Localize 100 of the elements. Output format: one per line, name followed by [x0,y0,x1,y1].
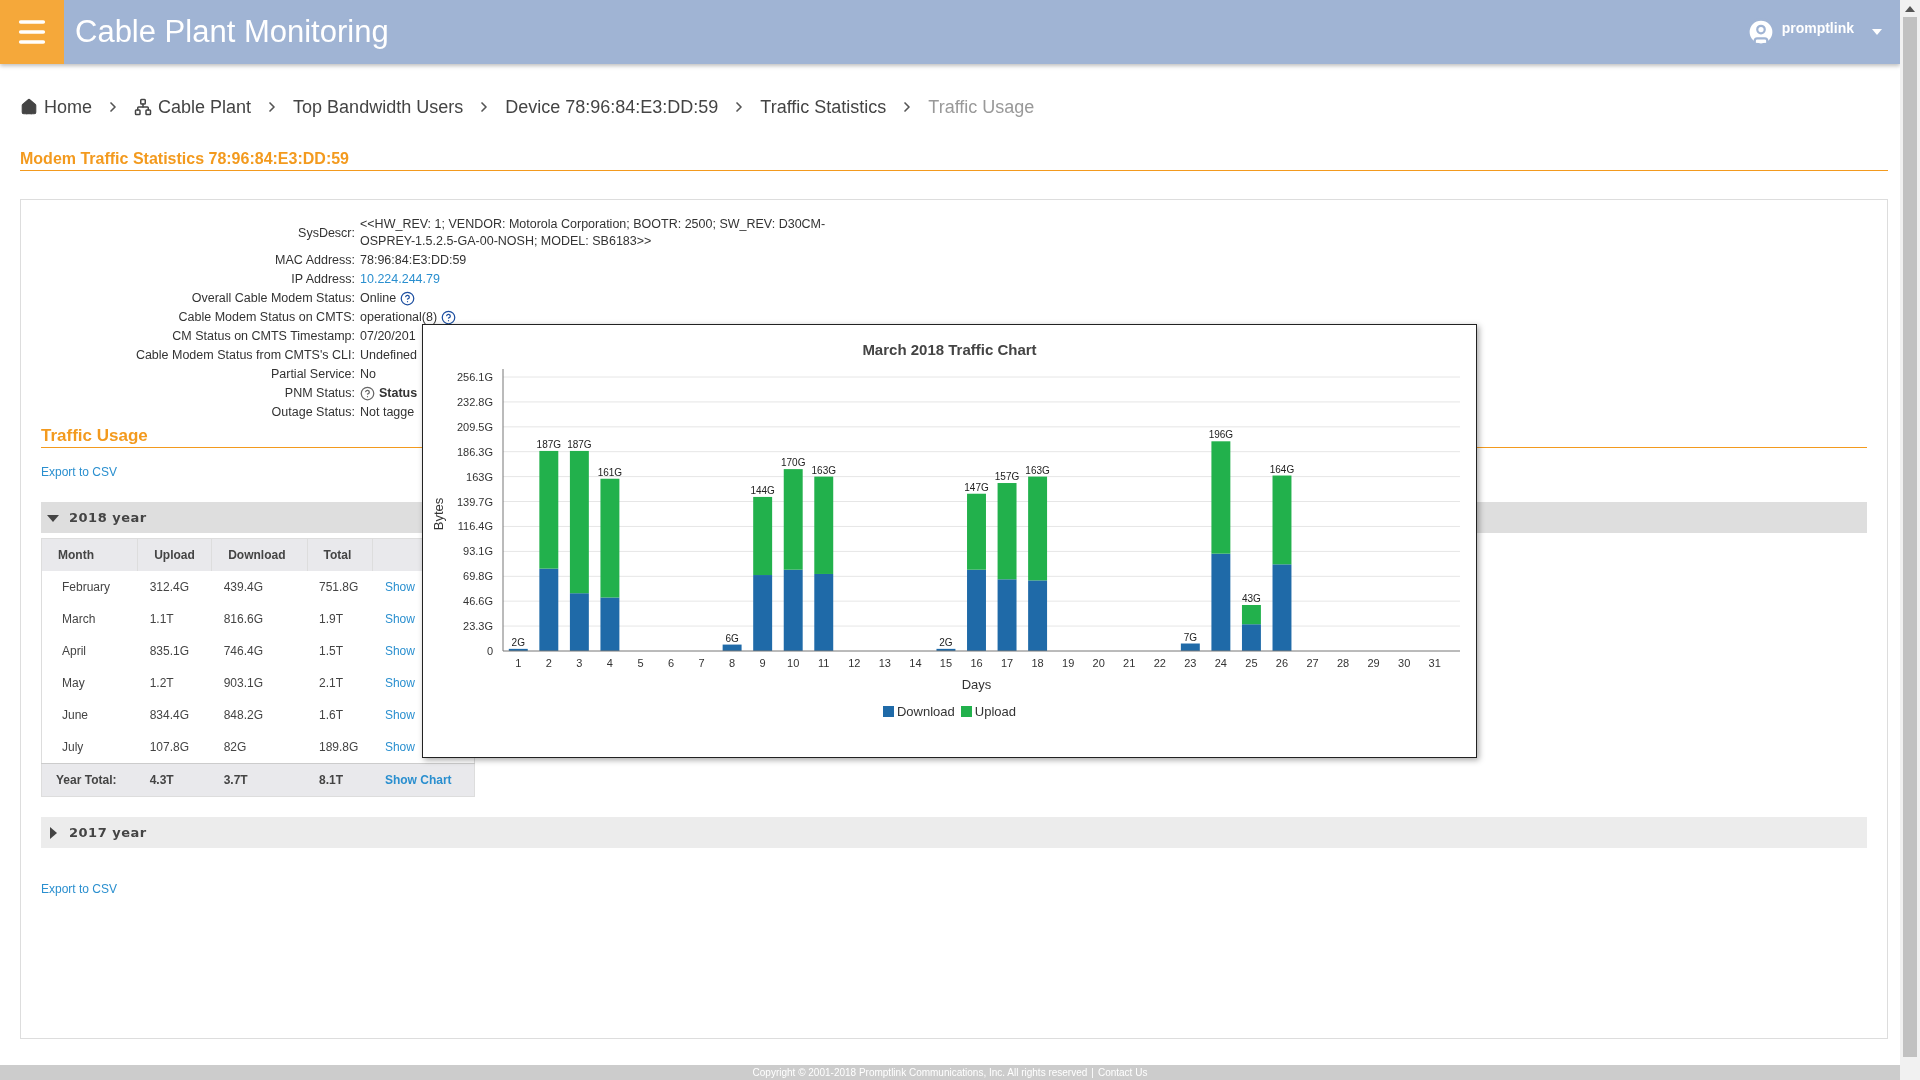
export-link[interactable]: Export to CSV [41,465,118,479]
y-tick-label: 186.3G [456,445,493,458]
home-icon [20,98,38,116]
y-tick-label: 46.6G [462,595,493,608]
x-tick-label: 31 [1428,657,1441,669]
separator-text: | [1091,1066,1094,1080]
breadcrumb-link[interactable]: Device 78:96:84:E3:DD:59 [505,96,719,118]
legend-label: Upload [974,704,1016,719]
bar [1180,643,1200,651]
ip-link[interactable]: 10.224.244.79 [360,271,440,288]
column-header: Total [307,538,373,571]
x-tick-label: 29 [1367,657,1380,669]
table-cell-text: 816.6G [222,611,265,628]
breadcrumb-link[interactable]: Cable Plant [134,96,252,118]
y-tick-label: 0 [486,645,493,657]
scrollbar[interactable] [1900,0,1920,1080]
info-label: Partial Service: [269,366,355,383]
app-title: Cable Plant Monitoring [75,14,390,50]
data-label: 157G [994,471,1019,483]
breadcrumb-link[interactable]: Traffic Usage [928,96,1035,118]
x-tick-label: 17 [1000,657,1013,669]
y-tick-label: 93.1G [462,545,493,558]
table-cell-text: 2.1T [318,675,344,692]
table-cell: 82G [211,731,307,764]
show-chart-link[interactable]: Show [384,612,415,626]
data-label: 163G [811,464,836,476]
x-tick-label: 1 [514,657,521,669]
bar [936,648,955,651]
y-tick-label: 232.8G [456,395,493,408]
x-tick-label: 5 [636,657,644,669]
info-value: <<HW_REV: 1; VENDOR: Motorola Corporation; BOOTR: 2500; SW_REV: D30CM-OSPREY-1.5.2.5-GA-00-NOSH; MODEL: SB6183>> [360,216,827,250]
x-tick-label: 18 [1030,657,1044,669]
show-chart-link[interactable]: Show [384,708,415,722]
x-tick-label: 26 [1275,657,1288,669]
axis-title: Days [961,677,991,692]
year-toggle[interactable]: 2017 year [41,817,1867,848]
table-cell: July [41,731,138,764]
info-value: No [360,366,376,383]
x-tick-label: 9 [759,657,766,669]
show-chart-link[interactable]: Show [384,740,415,754]
x-tick-label: 16 [969,657,983,669]
y-tick-label: 163G [465,470,493,483]
info-label: Overall Cable Modem Status: [190,290,355,307]
table-cell: June [41,699,138,731]
table-cell: 8.1T [307,763,373,797]
table-cell-text: 903.1G [222,675,265,692]
x-tick-label: 24 [1214,657,1227,669]
data-label: 147G [963,481,989,493]
export-link[interactable]: Export to CSV [41,882,118,896]
x-tick-label: 11 [817,657,829,669]
axis-title: Bytes [430,497,446,531]
x-tick-label: 7 [698,657,705,669]
table-cell-text: 848.2G [222,707,265,724]
x-tick-label: 13 [878,657,891,669]
x-tick-label: 10 [786,657,799,669]
x-tick-label: 4 [606,657,613,669]
breadcrumb-link[interactable]: Home [20,96,92,118]
info-value: Not tagge [360,404,415,421]
info-label: IP Address: [290,271,355,288]
help-icon[interactable] [400,291,416,306]
data-label: 2G [511,636,525,648]
info-label: SysDescr: [297,224,355,242]
table-cell: 107.8G [137,731,212,764]
breadcrumb-link[interactable]: Traffic Statistics [760,96,887,118]
column-header: Download [211,538,307,571]
x-tick-label: 27 [1305,657,1319,669]
info-value: Undefined [360,347,417,364]
show-chart-link[interactable]: Show [384,676,415,690]
user-menu[interactable]: promptlink [1745,17,1882,47]
y-tick-label: 116.4G [457,520,493,533]
show-chart-link[interactable]: Show [384,580,415,594]
show-chart-link[interactable]: Show [384,644,415,658]
x-tick-label: 21 [1122,657,1135,669]
table-cell-text: 834.4G [148,707,191,724]
info-value: operational(8) [360,309,438,326]
x-tick-label: 30 [1397,657,1410,669]
data-label: 163G [1024,464,1050,476]
table-cell-text: 746.4G [222,643,265,660]
table-cell: 312.4G [137,571,212,603]
info-value: Online [360,290,397,307]
help-icon[interactable] [441,310,457,325]
x-tick-label: 19 [1061,657,1074,669]
table-cell-text: 1.2T [148,675,175,692]
table-cell: 4.3T [137,763,212,797]
column-header: Upload [137,538,212,571]
scroll-up-icon[interactable] [1905,5,1915,13]
table-cell: 3.7T [211,763,307,797]
x-tick-label: 6 [667,657,674,669]
table-cell: 439.4G [211,571,307,603]
bar [1241,624,1261,651]
breadcrumb-link[interactable]: Top Bandwidth Users [293,96,464,118]
table-cell: 189.8G [307,731,373,764]
data-label: 164G [1269,463,1294,475]
x-tick-label: 14 [908,657,922,669]
network-icon [134,98,152,116]
table-cell: May [41,667,138,699]
page-title: Modem Traffic Statistics 78:96:84:E3:DD:59 [20,150,1888,171]
table-cell-text: 835.1G [148,643,191,660]
info-label: Outage Status: [270,404,355,421]
data-label: 2G [938,636,953,648]
